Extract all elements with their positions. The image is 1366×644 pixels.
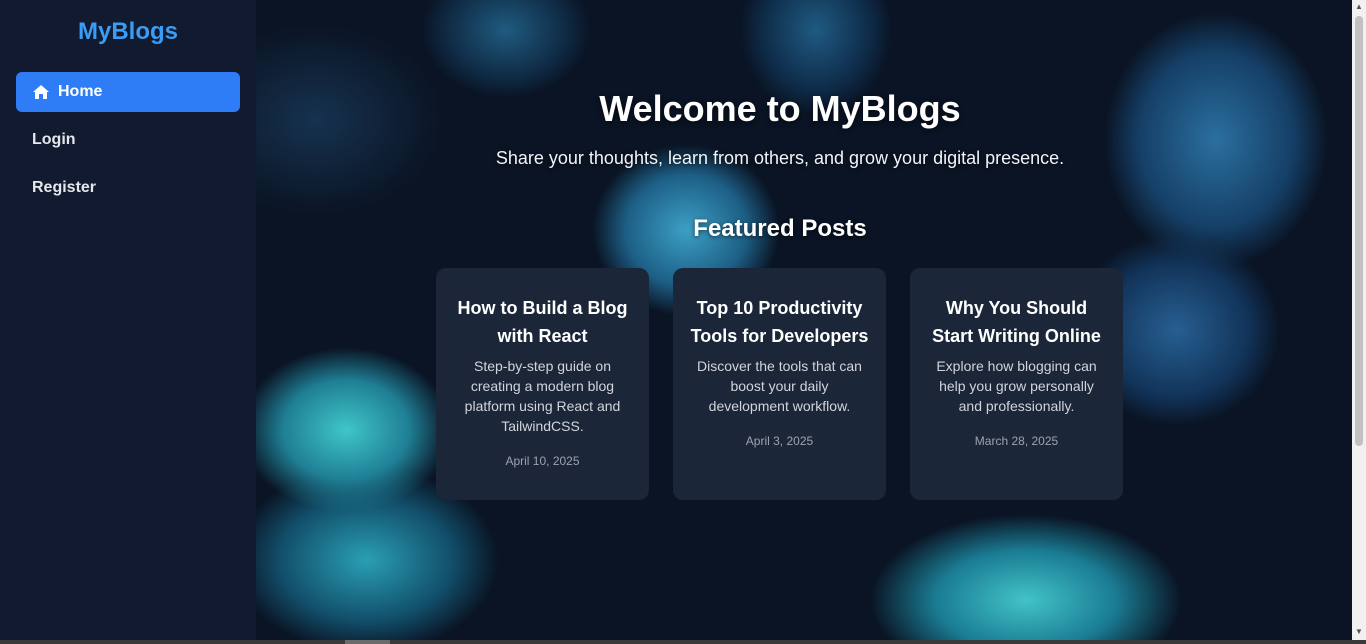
post-card-date: March 28, 2025 xyxy=(974,434,1059,448)
scroll-up-icon[interactable]: ▲ xyxy=(1355,3,1363,11)
post-card-description: Step-by-step guide on creating a modern … xyxy=(464,358,621,434)
horizontal-scrollbar-thumb[interactable] xyxy=(345,640,390,644)
scrollbar-thumb[interactable] xyxy=(1355,16,1363,446)
sidebar-item-home[interactable]: Home xyxy=(16,72,240,112)
sidebar-item-label: Register xyxy=(32,179,97,196)
brand-logo-text[interactable]: MyBlogs xyxy=(0,18,256,46)
sidebar-item-label: Login xyxy=(32,131,76,148)
main-content: Welcome to MyBlogs Share your thoughts, … xyxy=(256,0,1352,640)
post-card[interactable]: Top 10 Productivity Tools for Developers… xyxy=(673,268,886,500)
sidebar-item-login[interactable]: Login xyxy=(16,120,240,160)
post-card-title: Why You Should Start Writing Online xyxy=(932,298,1101,346)
post-card-description: Explore how blogging can help you grow p… xyxy=(936,358,1097,414)
sidebar-item-register[interactable]: Register xyxy=(16,168,240,208)
post-card-title: How to Build a Blog with React xyxy=(457,298,628,346)
sidebar-item-label: Home xyxy=(58,83,103,100)
post-card-date: April 10, 2025 xyxy=(505,454,580,468)
vertical-scrollbar[interactable]: ▲ ▼ xyxy=(1352,0,1366,640)
sidebar: MyBlogs Home Login Register xyxy=(0,0,256,640)
hero-subtitle: Share your thoughts, learn from others, … xyxy=(495,148,1065,168)
post-card-title: Top 10 Productivity Tools for Developers xyxy=(690,298,869,346)
post-card[interactable]: Why You Should Start Writing Online Expl… xyxy=(910,268,1123,500)
home-icon xyxy=(32,84,50,100)
post-card-description: Discover the tools that can boost your d… xyxy=(697,358,862,414)
hero-title: Welcome to MyBlogs xyxy=(599,88,961,129)
post-card[interactable]: How to Build a Blog with React Step-by-s… xyxy=(436,268,649,500)
featured-posts-title: Featured Posts xyxy=(693,215,867,242)
post-card-date: April 3, 2025 xyxy=(745,434,814,448)
horizontal-scrollbar[interactable] xyxy=(0,640,1366,644)
scroll-down-icon[interactable]: ▼ xyxy=(1355,628,1363,636)
